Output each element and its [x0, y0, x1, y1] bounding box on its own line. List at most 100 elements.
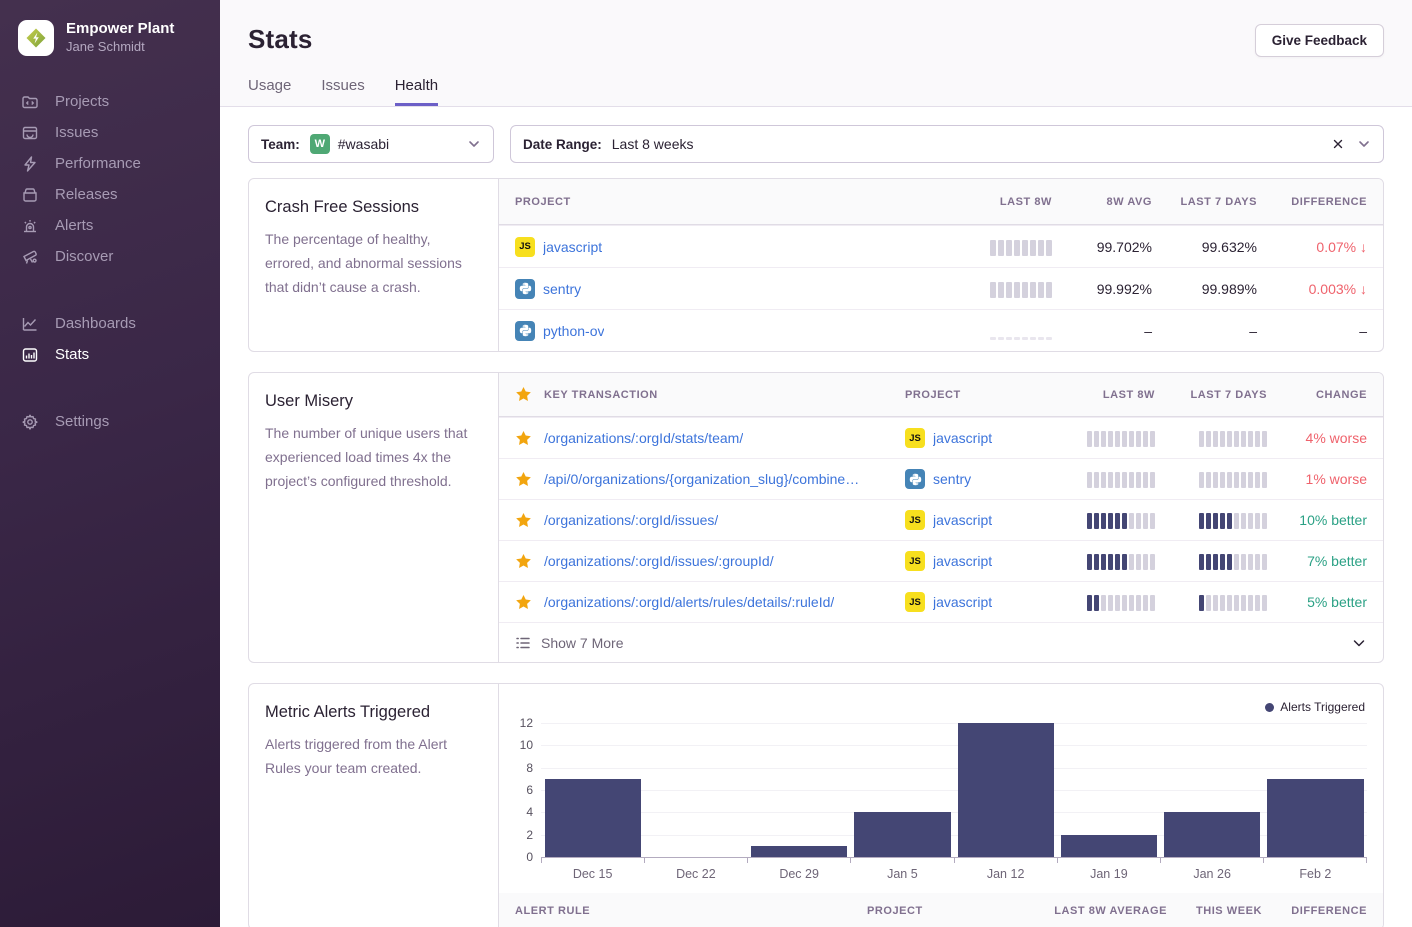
- project-link[interactable]: sentry: [933, 471, 971, 487]
- alert-rules-table-header: Alert Rule Project Last 8W Average This …: [499, 893, 1383, 927]
- sparkline-8w: [1050, 470, 1155, 488]
- alerts-icon: [20, 216, 40, 236]
- sparkline-7d: [1155, 593, 1267, 611]
- content: Team: W #wasabi Date Range: Last 8 weeks…: [220, 107, 1412, 927]
- change-value: 4% worse: [1267, 430, 1367, 446]
- difference-value: –: [1257, 323, 1367, 339]
- difference-value: 0.003% ↓: [1257, 281, 1367, 297]
- table-row: /organizations/:orgId/alerts/rules/detai…: [499, 581, 1383, 622]
- star-icon[interactable]: [515, 594, 532, 611]
- metric-alerts-panel: Metric Alerts Triggered Alerts triggered…: [248, 683, 1384, 927]
- tab-health[interactable]: Health: [395, 77, 438, 106]
- project-link[interactable]: javascript: [933, 512, 992, 528]
- chart-plot-area: 024681012: [541, 723, 1367, 858]
- avg-value: 99.702%: [1052, 239, 1152, 255]
- transaction-link[interactable]: /organizations/:orgId/stats/team/: [544, 430, 743, 446]
- team-select[interactable]: Team: W #wasabi: [248, 125, 494, 163]
- sparkline-8w: [1050, 593, 1155, 611]
- sparkline-7d: [1155, 552, 1267, 570]
- misery-table-header: Key Transaction ProjectLast 8WLast 7 Day…: [499, 373, 1383, 417]
- transaction-link[interactable]: /organizations/:orgId/issues/: [544, 512, 718, 528]
- sparkline-7d: [1155, 429, 1267, 447]
- alerts-triggered-chart: Alerts Triggered 024681012 Dec 15Dec 22D…: [499, 684, 1383, 893]
- team-value: #wasabi: [338, 136, 389, 152]
- sparkline-8w: [1050, 429, 1155, 447]
- legend-dot-icon: [1265, 703, 1274, 712]
- projects-icon: [20, 92, 40, 112]
- user-name: Jane Schmidt: [66, 39, 174, 56]
- sidebar-item-label: Performance: [55, 155, 141, 172]
- star-icon: [515, 386, 532, 403]
- sidebar-item-performance[interactable]: Performance: [16, 148, 220, 179]
- sidebar-item-alerts[interactable]: Alerts: [16, 210, 220, 241]
- sidebar-item-issues[interactable]: Issues: [16, 117, 220, 148]
- user-misery-panel: User Misery The number of unique users t…: [248, 372, 1384, 663]
- transaction-link[interactable]: /organizations/:orgId/issues/:groupId/: [544, 553, 774, 569]
- tab-usage[interactable]: Usage: [248, 77, 291, 106]
- last7-value: 99.989%: [1152, 281, 1257, 297]
- org-switcher[interactable]: Empower Plant Jane Schmidt: [16, 16, 220, 56]
- javascript-platform-icon: JS: [905, 551, 925, 571]
- sparkline-8w: [957, 280, 1052, 298]
- panel-title: User Misery: [265, 392, 482, 411]
- sparkline-8w: [1050, 511, 1155, 529]
- project-link[interactable]: javascript: [933, 430, 992, 446]
- team-avatar: W: [310, 134, 330, 154]
- python-platform-icon: [515, 279, 535, 299]
- project-link[interactable]: sentry: [543, 281, 581, 297]
- star-icon[interactable]: [515, 553, 532, 570]
- sidebar-nav: Projects Issues Performance Releases: [16, 86, 220, 437]
- crash-table-header: ProjectLast 8W8W AvgLast 7 DaysDifferenc…: [499, 179, 1383, 225]
- org-name: Empower Plant: [66, 20, 174, 39]
- transaction-link[interactable]: /api/0/organizations/{organization_slug}…: [544, 471, 859, 487]
- project-link[interactable]: javascript: [933, 594, 992, 610]
- table-row: JS javascript 99.702% 99.632% 0.07% ↓: [499, 225, 1383, 267]
- sparkline-8w: [1050, 552, 1155, 570]
- chart-axis-ticks: [541, 858, 1367, 863]
- sidebar-item-projects[interactable]: Projects: [16, 86, 220, 117]
- page-title: Stats: [248, 24, 313, 55]
- tab-bar: Usage Issues Health: [248, 77, 1384, 106]
- chevron-down-icon: [467, 137, 481, 151]
- sidebar-item-label: Projects: [55, 93, 109, 110]
- chevron-down-icon: [1357, 137, 1371, 151]
- sidebar: Empower Plant Jane Schmidt Projects Issu…: [0, 0, 220, 927]
- sparkline-7d: [1155, 470, 1267, 488]
- change-value: 1% worse: [1267, 471, 1367, 487]
- star-icon[interactable]: [515, 471, 532, 488]
- main-area: Stats Give Feedback Usage Issues Health …: [220, 0, 1412, 927]
- page-header: Stats Give Feedback Usage Issues Health: [220, 0, 1412, 107]
- give-feedback-button[interactable]: Give Feedback: [1255, 24, 1384, 57]
- difference-value: 0.07% ↓: [1257, 239, 1367, 255]
- star-icon[interactable]: [515, 512, 532, 529]
- chart-x-labels: Dec 15Dec 22Dec 29Jan 5Jan 12Jan 19Jan 2…: [541, 863, 1367, 893]
- chevron-down-icon: [1351, 635, 1367, 651]
- clear-icon[interactable]: [1331, 137, 1345, 151]
- table-row: /api/0/organizations/{organization_slug}…: [499, 458, 1383, 499]
- project-link[interactable]: javascript: [933, 553, 992, 569]
- show-more-button[interactable]: Show 7 More: [499, 622, 1383, 662]
- javascript-platform-icon: JS: [905, 592, 925, 612]
- sidebar-item-dashboards[interactable]: Dashboards: [16, 308, 220, 339]
- transaction-link[interactable]: /organizations/:orgId/alerts/rules/detai…: [544, 594, 834, 610]
- sidebar-item-releases[interactable]: Releases: [16, 179, 220, 210]
- issues-icon: [20, 123, 40, 143]
- sidebar-item-settings[interactable]: Settings: [16, 406, 220, 437]
- python-platform-icon: [905, 469, 925, 489]
- date-range-select[interactable]: Date Range: Last 8 weeks: [510, 125, 1384, 163]
- sidebar-item-label: Stats: [55, 346, 89, 363]
- date-range-label: Date Range:: [523, 137, 602, 152]
- sidebar-item-stats[interactable]: Stats: [16, 339, 220, 370]
- sidebar-item-label: Discover: [55, 248, 113, 265]
- table-row: /organizations/:orgId/stats/team/ JS jav…: [499, 417, 1383, 458]
- discover-icon: [20, 247, 40, 267]
- project-link[interactable]: javascript: [543, 239, 602, 255]
- tab-issues[interactable]: Issues: [321, 77, 364, 106]
- star-icon[interactable]: [515, 430, 532, 447]
- chart-legend[interactable]: Alerts Triggered: [1265, 700, 1365, 714]
- dashboards-icon: [20, 314, 40, 334]
- releases-icon: [20, 185, 40, 205]
- project-link[interactable]: python-ov: [543, 323, 604, 339]
- sidebar-item-label: Alerts: [55, 217, 93, 234]
- sidebar-item-discover[interactable]: Discover: [16, 241, 220, 272]
